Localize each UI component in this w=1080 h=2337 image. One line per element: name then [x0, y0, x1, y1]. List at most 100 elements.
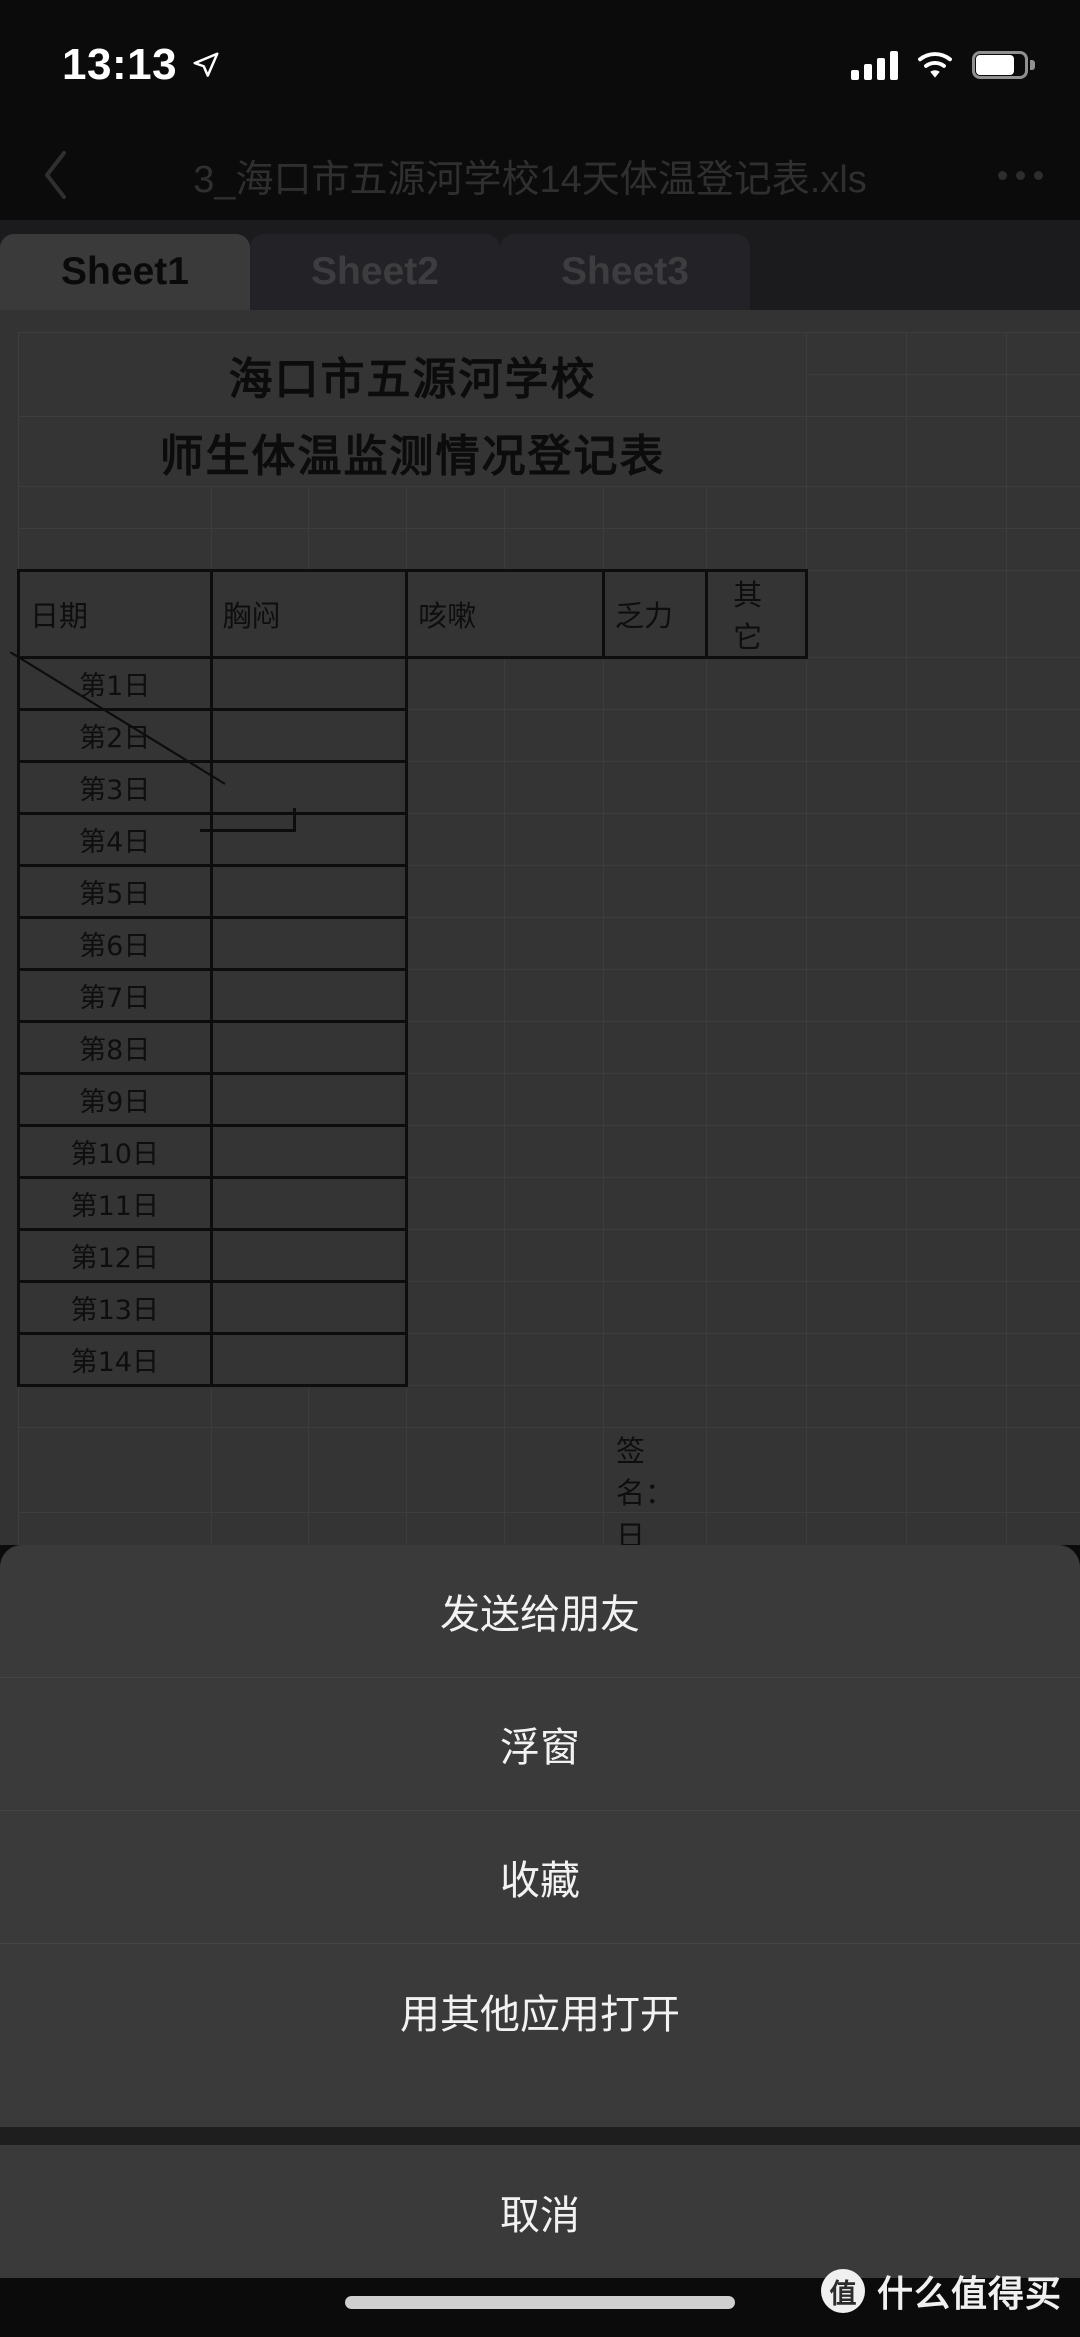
- chest-tightness-cell[interactable]: [209, 1072, 409, 1127]
- chest-tightness-cell[interactable]: [209, 1124, 409, 1179]
- cell[interactable]: [1005, 969, 1080, 1022]
- chest-tightness-cell[interactable]: [209, 1176, 409, 1231]
- cell[interactable]: [906, 374, 1007, 417]
- day-label-cell[interactable]: 第6日: [17, 916, 213, 971]
- cell[interactable]: [706, 969, 808, 1022]
- cell[interactable]: [906, 1333, 1007, 1386]
- cell[interactable]: [504, 1177, 604, 1230]
- cell[interactable]: [602, 1385, 708, 1428]
- cell[interactable]: [1005, 761, 1080, 814]
- cell[interactable]: [308, 1385, 408, 1428]
- chest-tightness-cell[interactable]: [209, 656, 409, 711]
- cell[interactable]: [1005, 917, 1080, 970]
- cell[interactable]: [504, 1073, 604, 1126]
- cell[interactable]: [1005, 1125, 1080, 1178]
- cell[interactable]: [906, 1125, 1007, 1178]
- cancel-button[interactable]: 取消: [0, 2145, 1080, 2278]
- cell[interactable]: [906, 1427, 1007, 1513]
- day-label-cell[interactable]: 第9日: [17, 1072, 213, 1127]
- cell[interactable]: [906, 1229, 1007, 1282]
- cell[interactable]: [806, 486, 908, 529]
- cell[interactable]: [504, 761, 604, 814]
- day-label-cell[interactable]: 第1日: [17, 656, 213, 711]
- back-button[interactable]: [0, 130, 110, 220]
- cell[interactable]: [406, 1385, 506, 1428]
- home-indicator[interactable]: [345, 2296, 735, 2309]
- cell[interactable]: [504, 917, 604, 970]
- cell[interactable]: [806, 1073, 908, 1126]
- cell[interactable]: [602, 486, 708, 529]
- column-header-date[interactable]: 日期: [17, 569, 213, 659]
- menu-item-send-to-friend[interactable]: 发送给朋友: [0, 1545, 1080, 1678]
- cell[interactable]: [806, 1427, 908, 1513]
- cell[interactable]: [602, 1073, 708, 1126]
- day-label-cell[interactable]: 第13日: [17, 1280, 213, 1335]
- cell[interactable]: [406, 1281, 506, 1334]
- cell[interactable]: [210, 1512, 310, 1545]
- cell[interactable]: [706, 1281, 808, 1334]
- cell[interactable]: [1005, 657, 1080, 710]
- cell[interactable]: [806, 374, 908, 417]
- cell[interactable]: [906, 332, 1007, 375]
- day-label-cell[interactable]: 第8日: [17, 1020, 213, 1075]
- cell[interactable]: [602, 813, 708, 866]
- chest-tightness-cell[interactable]: [209, 968, 409, 1023]
- column-header-fatigue[interactable]: 乏力: [601, 569, 709, 659]
- cell[interactable]: [406, 969, 506, 1022]
- cell[interactable]: [806, 1229, 908, 1282]
- cell[interactable]: [706, 1427, 808, 1513]
- cell[interactable]: [906, 416, 1007, 487]
- cell[interactable]: [706, 813, 808, 866]
- spreadsheet-canvas[interactable]: 海口市五源河学校 师生体温监测情况登记表 日期 胸闷 咳嗽 乏力 其 它 第1日…: [0, 310, 1080, 1545]
- cell[interactable]: [806, 1333, 908, 1386]
- cell[interactable]: [706, 1229, 808, 1282]
- day-label-cell[interactable]: 第7日: [17, 968, 213, 1023]
- cell[interactable]: [906, 528, 1007, 571]
- day-label-cell[interactable]: 第2日: [17, 708, 213, 763]
- cell[interactable]: [504, 1427, 604, 1513]
- cell[interactable]: [906, 1512, 1007, 1545]
- cell[interactable]: [406, 865, 506, 918]
- cell[interactable]: [18, 1427, 212, 1513]
- column-header-chest-tightness[interactable]: 胸闷: [209, 569, 409, 659]
- cell[interactable]: [806, 917, 908, 970]
- cell[interactable]: [906, 1177, 1007, 1230]
- cell[interactable]: [906, 1281, 1007, 1334]
- cell[interactable]: [706, 709, 808, 762]
- cell[interactable]: [406, 1512, 506, 1545]
- day-label-cell[interactable]: 第5日: [17, 864, 213, 919]
- cell[interactable]: [602, 917, 708, 970]
- cell[interactable]: [806, 709, 908, 762]
- cell[interactable]: [906, 570, 1007, 658]
- cell[interactable]: [706, 1073, 808, 1126]
- cell[interactable]: [602, 1125, 708, 1178]
- cell[interactable]: [806, 1281, 908, 1334]
- cell[interactable]: [1005, 1281, 1080, 1334]
- cell[interactable]: [210, 528, 310, 571]
- cell[interactable]: [504, 1385, 604, 1428]
- cell[interactable]: [1005, 709, 1080, 762]
- cell[interactable]: [406, 813, 506, 866]
- menu-item-favorite[interactable]: 收藏: [0, 1811, 1080, 1944]
- cell[interactable]: [504, 1125, 604, 1178]
- cell[interactable]: [1005, 374, 1080, 417]
- cell[interactable]: [1005, 1177, 1080, 1230]
- tab-sheet2[interactable]: Sheet2: [250, 234, 500, 310]
- cell[interactable]: [406, 1333, 506, 1386]
- cell[interactable]: [406, 528, 506, 571]
- cell[interactable]: [308, 528, 408, 571]
- cell[interactable]: [806, 1125, 908, 1178]
- cell[interactable]: [504, 969, 604, 1022]
- chest-tightness-cell[interactable]: [209, 812, 409, 867]
- cell[interactable]: [706, 486, 808, 529]
- cell[interactable]: [906, 969, 1007, 1022]
- signature-label[interactable]: 签名：: [602, 1427, 708, 1513]
- cell[interactable]: [706, 1512, 808, 1545]
- column-header-cough[interactable]: 咳嗽: [405, 569, 605, 659]
- cell[interactable]: [504, 528, 604, 571]
- cell[interactable]: [602, 1333, 708, 1386]
- cell[interactable]: [706, 528, 808, 571]
- cell[interactable]: [806, 657, 908, 710]
- cell[interactable]: [1005, 865, 1080, 918]
- cell[interactable]: [406, 1427, 506, 1513]
